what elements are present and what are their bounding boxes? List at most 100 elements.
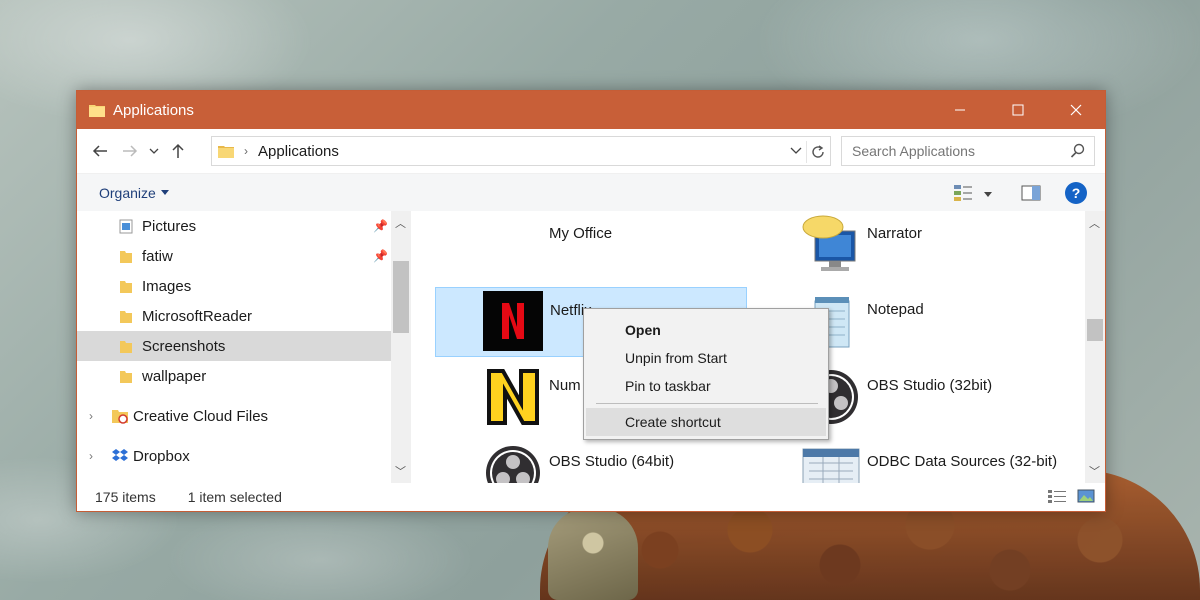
file-tile-odbc-32bit[interactable]: ODBC Data Sources (32-bit) [753, 439, 1065, 483]
address-bar[interactable]: › Applications [211, 136, 831, 166]
back-arrow-icon [92, 145, 107, 157]
narrator-icon [801, 215, 861, 275]
sidebar-item-screenshots[interactable]: Screenshots [77, 331, 391, 361]
minimize-button[interactable] [931, 91, 989, 129]
preview-pane-icon[interactable] [1021, 185, 1041, 204]
file-tile-narrator[interactable]: Narrator [753, 211, 1065, 281]
context-menu-label: Create shortcut [625, 414, 721, 430]
sidebar-item-creative-cloud-files[interactable]: › Creative Cloud Files [77, 401, 391, 431]
pictures-folder-icon [119, 219, 133, 234]
command-bar: Organize ? [77, 173, 1105, 211]
sidebar-item-wallpaper[interactable]: wallpaper [77, 361, 391, 391]
breadcrumb-applications[interactable]: Applications [258, 143, 339, 160]
sidebar-item-label: wallpaper [142, 368, 207, 385]
breadcrumb-separator-icon[interactable]: › [244, 144, 248, 158]
minimize-icon [955, 109, 965, 111]
pin-icon[interactable]: 📌 [373, 249, 388, 263]
recent-locations-button[interactable] [145, 136, 163, 166]
window-title: Applications [113, 101, 194, 119]
folder-icon [119, 279, 133, 294]
file-label: OBS Studio (32bit) [867, 377, 993, 394]
address-dropdown-button[interactable] [790, 143, 802, 159]
maximize-button[interactable] [989, 91, 1047, 129]
status-bar: 175 items 1 item selected [77, 483, 1105, 511]
maximize-icon [1012, 104, 1024, 116]
large-icons-view-icon[interactable] [1077, 489, 1095, 506]
forward-button[interactable] [115, 136, 145, 166]
sidebar-item-label: Screenshots [142, 338, 226, 355]
folder-icon [119, 309, 133, 324]
scroll-up-icon[interactable]: ︿ [1089, 215, 1100, 231]
search-box[interactable] [841, 136, 1095, 166]
change-view-icon[interactable] [953, 184, 973, 205]
expand-chevron-icon[interactable]: › [89, 409, 93, 423]
sidebar-item-fatiw[interactable]: fatiw 📌 [77, 241, 391, 271]
sidebar-item-label: Pictures [142, 218, 197, 235]
dropbox-icon [111, 448, 129, 464]
scroll-down-icon[interactable]: ﹀ [1089, 463, 1100, 479]
details-view-icon[interactable] [1047, 489, 1067, 506]
navigation-pane-scrollbar[interactable]: ︿ ﹀ [391, 211, 411, 483]
dropdown-arrow-icon [984, 192, 992, 197]
sidebar-item-pictures[interactable]: Pictures 📌 [77, 211, 391, 241]
back-button[interactable] [85, 136, 115, 166]
refresh-icon [811, 145, 824, 158]
file-label: Narrator [867, 225, 923, 242]
file-label: Num [549, 377, 581, 394]
odbc-icon [801, 443, 861, 483]
wallpaper-turtle-head [548, 508, 638, 600]
file-explorer-window: Applications › Applications Search Appli… [76, 90, 1106, 512]
folder-icon [89, 103, 105, 117]
sidebar-item-dropbox[interactable]: › Dropbox [77, 441, 391, 471]
scroll-up-icon[interactable]: ︿ [395, 215, 406, 231]
search-input[interactable] [852, 143, 1062, 159]
up-button[interactable] [163, 136, 193, 166]
context-menu-label: Open [625, 322, 661, 338]
scrollbar-thumb[interactable] [1087, 319, 1103, 341]
context-menu-item-open[interactable]: Open [584, 317, 828, 343]
folder-icon [119, 249, 133, 264]
context-menu-item-pin-to-taskbar[interactable]: Pin to taskbar [584, 373, 828, 399]
context-menu: Open Unpin from Start Pin to taskbar Cre… [583, 308, 829, 440]
scrollbar-thumb[interactable] [393, 261, 409, 333]
close-button[interactable] [1047, 91, 1105, 129]
context-menu-label: Pin to taskbar [625, 378, 711, 394]
sidebar-item-label: Images [142, 278, 192, 295]
forward-arrow-icon [123, 145, 138, 157]
context-menu-item-create-shortcut[interactable]: Create shortcut [586, 408, 826, 436]
close-icon [1070, 104, 1082, 116]
folder-icon [119, 369, 133, 384]
sidebar-item-label: fatiw [142, 248, 173, 265]
file-tile-my-office[interactable]: My Office [435, 211, 747, 281]
item-count: 175 items [95, 489, 156, 505]
file-label: ODBC Data Sources (32-bit) [867, 453, 1058, 470]
view-options-dropdown[interactable] [983, 186, 993, 202]
context-menu-label: Unpin from Start [625, 350, 727, 366]
file-label: My Office [549, 225, 613, 242]
sidebar-item-microsoftreader[interactable]: MicrosoftReader [77, 301, 391, 331]
sidebar-item-label: MicrosoftReader [142, 308, 253, 325]
expand-chevron-icon[interactable]: › [89, 449, 93, 463]
navigation-bar: › Applications [77, 129, 1105, 173]
obs-icon [483, 443, 543, 483]
content-pane-scrollbar[interactable]: ︿ ﹀ [1085, 211, 1105, 483]
up-arrow-icon [172, 143, 184, 158]
scroll-down-icon[interactable]: ﹀ [395, 463, 406, 479]
refresh-button[interactable] [806, 141, 828, 163]
help-icon[interactable]: ? [1065, 182, 1087, 204]
context-menu-separator [596, 403, 818, 404]
sidebar-item-images[interactable]: Images [77, 271, 391, 301]
dropdown-arrow-icon [160, 189, 169, 195]
netflix-icon [483, 291, 543, 351]
selection-count: 1 item selected [187, 489, 282, 505]
chevron-down-icon [790, 147, 802, 154]
search-icon[interactable] [1070, 143, 1086, 162]
numbers-app-icon [483, 367, 543, 427]
file-tile-obs-64bit[interactable]: OBS Studio (64bit) [435, 439, 747, 483]
title-bar[interactable]: Applications [77, 91, 1105, 129]
file-label: OBS Studio (64bit) [549, 453, 675, 470]
pin-icon[interactable]: 📌 [373, 219, 388, 233]
context-menu-item-unpin-from-start[interactable]: Unpin from Start [584, 345, 828, 371]
navigation-pane: Pictures 📌 fatiw 📌 Images MicrosoftReade… [77, 211, 391, 483]
organize-menu-button[interactable]: Organize [99, 185, 169, 201]
